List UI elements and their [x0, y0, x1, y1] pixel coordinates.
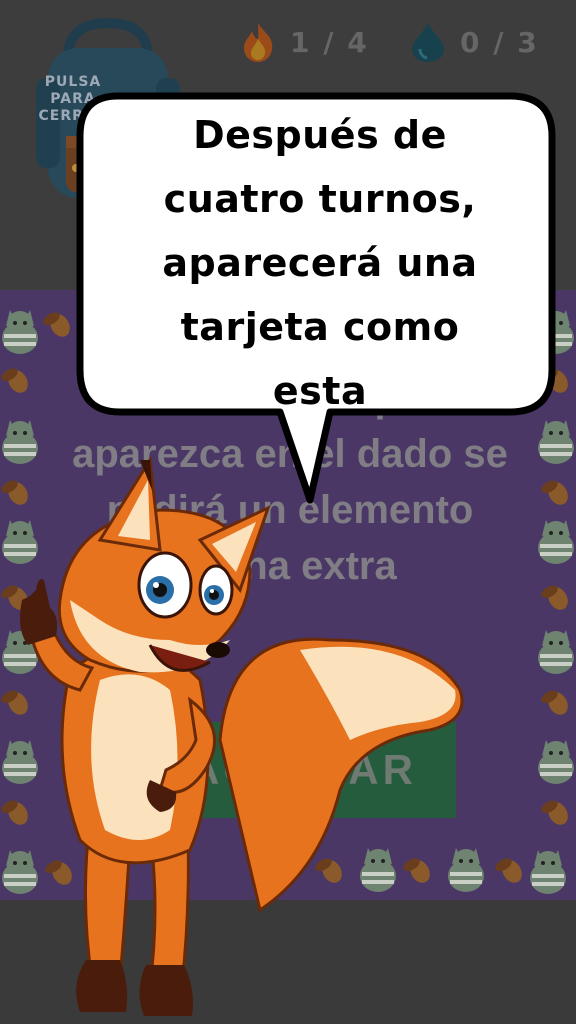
bubble-line-3: aparecerá una [162, 241, 478, 285]
speech-bubble-text: Después de cuatro turnos, aparecerá una … [110, 103, 530, 423]
bubble-line-5: esta [272, 369, 368, 413]
fox-character [20, 455, 464, 1016]
bubble-line-1: Después de [193, 113, 447, 157]
bubble-line-4: tarjeta como [180, 305, 460, 349]
game-screen: PULSA PARA CERRAR 1 / 4 0 / 3 aparezca e… [0, 0, 576, 1024]
bubble-line-2: cuatro turnos, [163, 177, 477, 221]
